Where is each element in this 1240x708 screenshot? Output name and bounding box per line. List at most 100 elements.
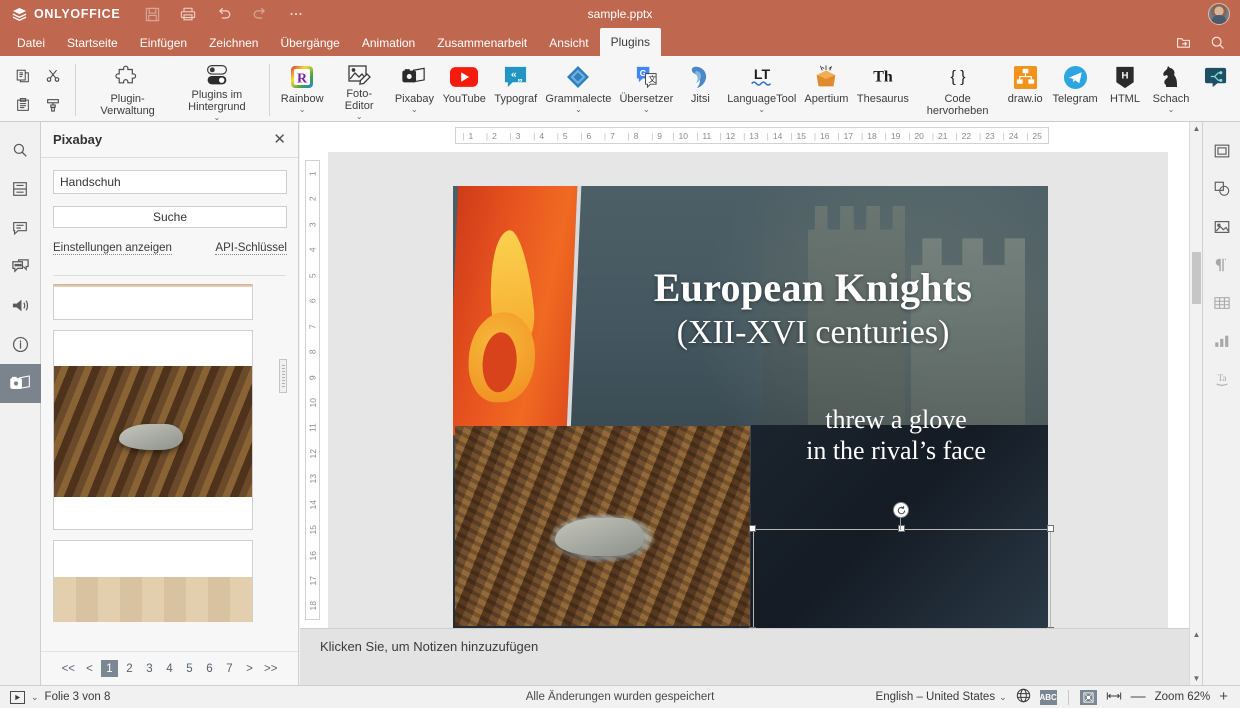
open-file-location-icon[interactable] <box>1166 28 1200 56</box>
ribbon-typograf[interactable]: « „ Typograf <box>490 59 541 121</box>
zoom-in-button[interactable]: + <box>1219 689 1228 704</box>
ribbon-thesaurus[interactable]: Th Thesaurus <box>853 59 913 121</box>
chevron-down-icon[interactable]: ⌄ <box>1168 106 1175 114</box>
fit-to-width-icon[interactable] <box>1106 690 1122 705</box>
tab-plugins[interactable]: Plugins <box>599 28 661 56</box>
copy-icon[interactable] <box>8 61 38 90</box>
page-next-button[interactable]: > <box>241 660 258 677</box>
print-icon[interactable] <box>170 0 206 28</box>
slideshow-options-chevron-icon[interactable]: ⌄ <box>31 692 39 703</box>
page-first-button[interactable]: << <box>59 660 78 677</box>
horizontal-ruler[interactable]: | 1 | 2 | 3 | 4 | 5 | 6 | 7 | 8 | 9 | 10 | 11 | 12 | 13 | 14 | 15 | 16 |… <box>455 127 1049 144</box>
list-item[interactable] <box>53 284 253 320</box>
tab-zeichnen[interactable]: Zeichnen <box>198 30 269 56</box>
slides-icon[interactable] <box>0 169 41 208</box>
ribbon-foto-editor[interactable]: Foto-Editor ⌄ <box>328 59 391 121</box>
ribbon-drawio[interactable]: draw.io <box>1002 59 1048 121</box>
tab-einfuegen[interactable]: Einfügen <box>129 30 198 56</box>
pixabay-search-input[interactable]: Handschuh <box>53 170 287 194</box>
more-icon[interactable] <box>278 0 314 28</box>
start-slideshow-icon[interactable] <box>10 690 25 704</box>
chevron-down-icon[interactable]: ⌄ <box>411 106 418 114</box>
text-art-settings-icon[interactable]: Ta <box>1203 360 1240 398</box>
tab-ansicht[interactable]: Ansicht <box>538 30 599 56</box>
page-1-button[interactable]: 1 <box>101 660 118 677</box>
format-painter-icon[interactable] <box>38 90 68 119</box>
chart-settings-icon[interactable] <box>1203 322 1240 360</box>
pixabay-plugin-icon[interactable] <box>0 364 41 403</box>
chevron-down-icon[interactable]: ⌄ <box>356 113 363 121</box>
page-4-button[interactable]: 4 <box>161 660 178 677</box>
tab-animation[interactable]: Animation <box>351 30 426 56</box>
chat-icon[interactable] <box>0 247 41 286</box>
paragraph-settings-icon[interactable] <box>1203 246 1240 284</box>
ribbon-uebersetzer[interactable]: G 文 Übersetzer ⌄ <box>615 59 677 121</box>
ribbon-youtube[interactable]: YouTube <box>438 59 490 121</box>
ribbon-plugin-verwaltung[interactable]: Plugin-Verwaltung <box>83 59 172 121</box>
orange-banner-shape[interactable] <box>453 186 582 436</box>
feedback-icon[interactable] <box>0 286 41 325</box>
ribbon-telegram[interactable]: Telegram <box>1048 59 1102 121</box>
page-6-button[interactable]: 6 <box>201 660 218 677</box>
slide-subtitle[interactable]: (XII-XVI centuries) <box>593 313 1033 353</box>
canvas-vertical-scrollbar[interactable]: ▲ ▼ <box>1189 122 1202 685</box>
ribbon-code-hervorheben[interactable]: { } Code hervorheben <box>913 59 1002 121</box>
vertical-ruler[interactable]: 1 2 3 4 5 6 7 8 9 10 11 12 13 14 15 16 17 18 <box>305 160 320 620</box>
language-selector[interactable]: English – United States ⌄ <box>876 691 1007 703</box>
rotate-handle-icon[interactable] <box>893 502 909 518</box>
chevron-down-icon[interactable]: ⌄ <box>214 114 221 122</box>
ribbon-rainbow[interactable]: R Rainbow ⌄ <box>276 59 327 121</box>
api-key-link[interactable]: API-Schlüssel <box>215 242 287 255</box>
chevron-down-icon[interactable]: ⌄ <box>575 106 582 114</box>
page-3-button[interactable]: 3 <box>141 660 158 677</box>
ribbon-apertium[interactable]: Apertium <box>800 59 853 121</box>
ribbon-pixabay[interactable]: Pixabay ⌄ <box>390 59 438 121</box>
chevron-down-icon[interactable]: ⌄ <box>643 106 650 114</box>
spellcheck-icon[interactable]: ABC <box>1039 689 1057 705</box>
set-document-language-icon[interactable] <box>1016 688 1031 706</box>
page-prev-button[interactable]: < <box>81 660 98 677</box>
ribbon-languagetool[interactable]: LT LanguageTool ⌄ <box>723 59 800 121</box>
chevron-down-icon[interactable]: ⌄ <box>758 106 765 114</box>
cut-icon[interactable] <box>38 61 68 90</box>
list-item[interactable] <box>53 330 253 530</box>
chevron-down-icon[interactable]: ⌄ <box>299 106 306 114</box>
page-2-button[interactable]: 2 <box>121 660 138 677</box>
ribbon-mermaid[interactable] <box>1194 59 1240 121</box>
slide-canvas[interactable]: European Knights (XII-XVI centuries) thr… <box>328 152 1168 647</box>
tab-uebergaenge[interactable]: Übergänge <box>269 30 350 56</box>
notes-scrollbar[interactable]: ▲ ▼ <box>1189 628 1202 685</box>
slide-quote-text[interactable]: threw a glove in the rival’s face <box>756 404 1036 466</box>
paste-icon[interactable] <box>8 90 38 119</box>
page-last-button[interactable]: >> <box>261 660 280 677</box>
inserted-image-glove[interactable] <box>455 426 750 626</box>
page-7-button[interactable]: 7 <box>221 660 238 677</box>
notes-pane[interactable]: Klicken Sie, um Notizen hinzuzufügen <box>300 628 1202 685</box>
zoom-level-label[interactable]: Zoom 62% <box>1155 691 1211 703</box>
slide-title[interactable]: European Knights <box>593 266 1033 310</box>
ribbon-html[interactable]: H HTML <box>1102 59 1148 121</box>
ribbon-jitsi[interactable]: Jitsi <box>677 59 723 121</box>
redo-icon[interactable] <box>242 0 278 28</box>
ribbon-grammalecte[interactable]: Grammalecte ⌄ <box>542 59 616 121</box>
pixabay-search-button[interactable]: Suche <box>53 206 287 228</box>
show-settings-link[interactable]: Einstellungen anzeigen <box>53 242 172 255</box>
page-5-button[interactable]: 5 <box>181 660 198 677</box>
search-icon[interactable] <box>1200 28 1234 56</box>
fit-to-slide-icon[interactable] <box>1079 689 1097 705</box>
ribbon-plugins-im-hintergrund[interactable]: Plugins im Hintergrund ⌄ <box>172 59 261 122</box>
list-item[interactable] <box>53 540 253 622</box>
scrollbar-thumb[interactable] <box>1192 252 1201 304</box>
tab-startseite[interactable]: Startseite <box>56 30 129 56</box>
comments-icon[interactable] <box>0 208 41 247</box>
pixabay-results-list[interactable] <box>53 284 287 622</box>
save-icon[interactable] <box>134 0 170 28</box>
avatar[interactable] <box>1208 3 1230 25</box>
slide-counter[interactable]: Folie 3 von 8 <box>45 691 111 703</box>
tab-datei[interactable]: Datei <box>6 30 56 56</box>
undo-icon[interactable] <box>206 0 242 28</box>
close-icon[interactable]: ✕ <box>273 132 286 147</box>
search-icon[interactable] <box>0 130 41 169</box>
results-scrollbar[interactable] <box>279 359 287 393</box>
table-settings-icon[interactable] <box>1203 284 1240 322</box>
